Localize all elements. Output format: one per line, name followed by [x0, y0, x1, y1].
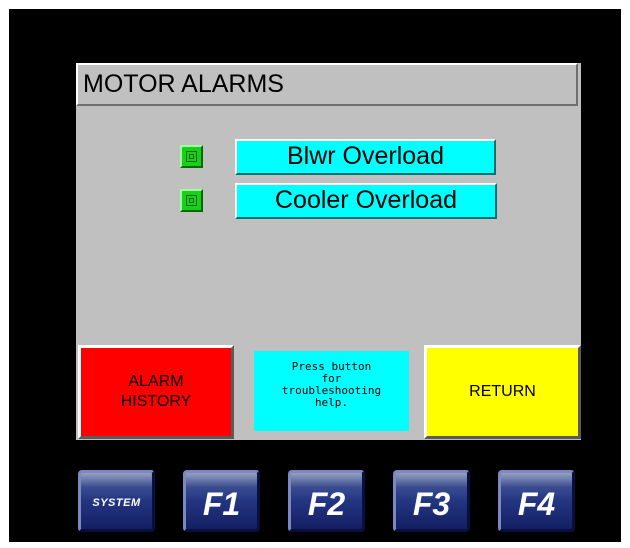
- f1-key[interactable]: F1: [183, 470, 260, 532]
- f2-key-label: F2: [307, 486, 346, 522]
- cooler-overload-label: Cooler Overload: [235, 183, 497, 219]
- page-title: MOTOR ALARMS: [76, 63, 578, 106]
- blwr-overload-label: Blwr Overload: [235, 139, 496, 175]
- f3-key[interactable]: F3: [393, 470, 470, 532]
- f4-key-label: F4: [517, 486, 556, 522]
- system-key[interactable]: SYSTEM: [78, 470, 155, 532]
- return-button-label: RETURN: [469, 383, 536, 400]
- f1-key-label: F1: [202, 486, 241, 522]
- help-line-4: help.: [314, 396, 349, 409]
- alarm-history-button[interactable]: ALARM HISTORY: [78, 345, 234, 439]
- blwr-overload-indicator-icon: [180, 145, 203, 168]
- f4-key[interactable]: F4: [498, 470, 575, 532]
- cooler-overload-indicator-icon: [180, 189, 203, 212]
- help-text-box: Press button for troubleshooting help.: [254, 351, 409, 431]
- alarm-history-line1: ALARM: [128, 373, 184, 390]
- f2-key[interactable]: F2: [288, 470, 365, 532]
- system-key-label: SYSTEM: [92, 497, 141, 509]
- f3-key-label: F3: [412, 486, 451, 522]
- alarm-history-line2: HISTORY: [120, 393, 192, 410]
- return-button[interactable]: RETURN: [424, 345, 581, 439]
